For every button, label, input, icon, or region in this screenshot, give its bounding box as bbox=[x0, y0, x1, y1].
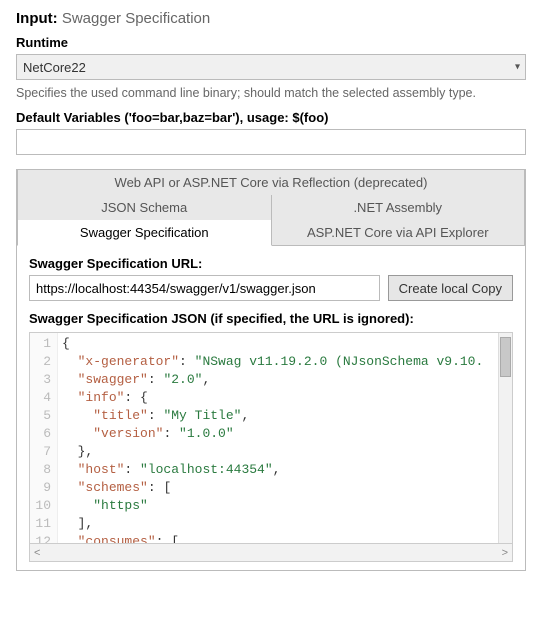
swagger-url-input[interactable] bbox=[29, 275, 380, 301]
editor-line-gutter: 1 2 3 4 5 6 7 8 9 10 11 12 13 bbox=[30, 333, 58, 543]
create-local-copy-button[interactable]: Create local Copy bbox=[388, 275, 513, 301]
input-source-tabs: Web API or ASP.NET Core via Reflection (… bbox=[16, 169, 526, 247]
scroll-left-icon[interactable]: < bbox=[34, 547, 40, 559]
swagger-json-label: Swagger Specification JSON (if specified… bbox=[29, 311, 513, 326]
swagger-url-label: Swagger Specification URL: bbox=[29, 256, 513, 271]
scrollbar-thumb[interactable] bbox=[500, 337, 511, 377]
runtime-help: Specifies the used command line binary; … bbox=[16, 86, 526, 100]
tab-aspnet-api-explorer[interactable]: ASP.NET Core via API Explorer bbox=[272, 220, 526, 246]
default-vars-label: Default Variables ('foo=bar,baz=bar'), u… bbox=[16, 110, 526, 125]
swagger-json-editor[interactable]: 1 2 3 4 5 6 7 8 9 10 11 12 13 { "x-gener… bbox=[29, 332, 513, 544]
input-label: Input: bbox=[16, 10, 58, 27]
runtime-select[interactable]: NetCore22 bbox=[16, 54, 526, 80]
tab-swagger-spec[interactable]: Swagger Specification bbox=[17, 220, 272, 246]
editor-code-area[interactable]: { "x-generator": "NSwag v11.19.2.0 (NJso… bbox=[58, 333, 512, 543]
tab-json-schema[interactable]: JSON Schema bbox=[17, 195, 272, 221]
tab-net-assembly[interactable]: .NET Assembly bbox=[272, 195, 526, 221]
default-vars-input[interactable] bbox=[16, 129, 526, 155]
swagger-tab-content: Swagger Specification URL: Create local … bbox=[16, 246, 526, 571]
input-value: Swagger Specification bbox=[62, 10, 210, 27]
runtime-label: Runtime bbox=[16, 35, 526, 50]
horizontal-scrollbar[interactable]: < > bbox=[29, 544, 513, 562]
scroll-right-icon[interactable]: > bbox=[502, 547, 508, 559]
vertical-scrollbar[interactable] bbox=[498, 333, 512, 543]
page-title: Input: Swagger Specification bbox=[16, 10, 526, 27]
tab-webapi-reflection[interactable]: Web API or ASP.NET Core via Reflection (… bbox=[17, 170, 525, 196]
